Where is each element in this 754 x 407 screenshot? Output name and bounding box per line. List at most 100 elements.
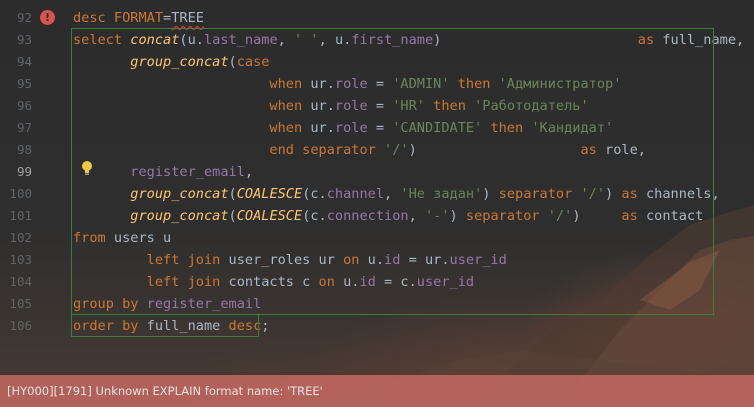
code-token: id xyxy=(359,274,376,290)
code-token: 'Работодатель' xyxy=(474,98,589,114)
code-token: ur. xyxy=(310,120,335,136)
code-token: ) xyxy=(572,208,622,224)
line-number: 99 xyxy=(16,164,32,179)
code-line[interactable]: left join contacts c on u.id = c.user_id xyxy=(73,271,474,293)
gutter-line[interactable]: 94 xyxy=(0,51,66,73)
code-token: left join xyxy=(146,274,229,290)
code-token: '/' xyxy=(384,142,409,158)
code-token: group by xyxy=(73,296,147,312)
gutter-line[interactable]: 106 xyxy=(0,315,66,337)
gutter-line[interactable]: 97 xyxy=(0,117,66,139)
code-token: then xyxy=(457,76,499,92)
code-token: 'ADMIN' xyxy=(392,76,450,92)
line-number: 96 xyxy=(16,98,32,113)
code-line[interactable]: left join user_roles ur on u.id = ur.use… xyxy=(73,249,507,271)
code-token: = xyxy=(367,98,393,114)
code-token: , xyxy=(277,32,295,48)
code-token: order by xyxy=(73,318,147,334)
code-token: channels, xyxy=(645,186,720,202)
code-token: (u. xyxy=(179,32,204,48)
code-token: then xyxy=(433,98,475,114)
code-line[interactable]: end separator '/') as role, xyxy=(73,139,646,161)
line-number: 97 xyxy=(16,120,32,135)
gutter-line[interactable]: 96 xyxy=(0,95,66,117)
code-token: ur. xyxy=(310,98,335,114)
error-token: TREE xyxy=(171,10,204,26)
code-line[interactable]: desc FORMAT=TREE xyxy=(73,7,204,29)
code-token: left join xyxy=(146,252,229,268)
code-line[interactable]: when ur.role = 'CANDIDATE' then 'Кандида… xyxy=(73,117,613,139)
code-token: case xyxy=(236,54,270,70)
code-token: (c. xyxy=(302,208,327,224)
code-line[interactable]: when ur.role = 'ADMIN' then 'Администрат… xyxy=(73,73,621,95)
code-token: end xyxy=(269,142,303,158)
gutter-line[interactable]: 104 xyxy=(0,271,66,293)
code-token: ur. xyxy=(310,76,335,92)
code-token: = ur. xyxy=(400,252,450,268)
code-token: 'HR' xyxy=(392,98,425,114)
code-line[interactable]: group by register_email xyxy=(73,293,261,315)
code-token: concat xyxy=(130,32,180,48)
code-token: ) xyxy=(449,208,466,224)
code-token: on xyxy=(318,274,344,290)
gutter-line[interactable]: 101 xyxy=(0,205,66,227)
code-token: from xyxy=(73,230,114,246)
line-number: 104 xyxy=(9,274,32,289)
gutter-line[interactable]: 105 xyxy=(0,293,66,315)
code-token: '/' xyxy=(580,186,606,202)
code-token: FORMAT xyxy=(113,10,164,26)
code-token: 'Не задан' xyxy=(400,186,483,202)
code-line[interactable]: when ur.role = 'HR' then 'Работодатель' xyxy=(73,95,589,117)
gutter-line[interactable]: 98 xyxy=(0,139,66,161)
code-token: COALESCE xyxy=(236,208,303,224)
code-token: full_name xyxy=(146,318,229,334)
code-token: 'Администратор' xyxy=(498,76,622,92)
code-token: ( xyxy=(228,208,237,224)
code-token: group_concat xyxy=(130,208,229,224)
code-token: select xyxy=(73,32,131,48)
gutter-line[interactable]: 102 xyxy=(0,227,66,249)
code-token: when xyxy=(269,120,311,136)
gutter-line[interactable]: 93 xyxy=(0,29,66,51)
code-token: '/' xyxy=(547,208,573,224)
code-token: 'Кандидат' xyxy=(531,120,614,136)
code-token: desc xyxy=(73,10,114,26)
code-line[interactable]: group_concat(COALESCE(c.connection, '-')… xyxy=(73,205,703,227)
gutter-line[interactable]: 100 xyxy=(0,183,66,205)
gutter-line[interactable]: 103 xyxy=(0,249,66,271)
sql-editor[interactable]: ! 92 93 94 95 96 97 98 99 100 101 102 103 104 105 106 … xyxy=(0,0,754,407)
code-line[interactable]: from users u xyxy=(73,227,171,249)
code-token: ) xyxy=(482,186,499,202)
code-token: group_concat xyxy=(130,186,229,202)
code-line[interactable]: group_concat(case xyxy=(73,51,269,73)
code-token: role, xyxy=(605,142,646,158)
code-token: first_name xyxy=(351,32,434,48)
code-token: = xyxy=(367,120,393,136)
code-token: ) xyxy=(605,186,622,202)
gutter-line[interactable]: 95 xyxy=(0,73,66,95)
code-token: role xyxy=(334,98,368,114)
code-token: user_roles ur xyxy=(228,252,344,268)
code-line[interactable]: group_concat(COALESCE(c.channel, 'Не зад… xyxy=(73,183,720,205)
code-token: then xyxy=(490,120,532,136)
code-token: contacts c xyxy=(228,274,319,290)
code-line[interactable]: select concat(u.last_name, ' ', u.first_… xyxy=(73,29,744,51)
code-token: group_concat xyxy=(130,54,229,70)
code-token: contact xyxy=(645,208,704,224)
code-token: register_email xyxy=(146,296,262,312)
line-number: 94 xyxy=(16,54,32,69)
code-line[interactable]: order by full_name desc; xyxy=(73,315,269,337)
code-line[interactable]: register_email, xyxy=(73,161,253,183)
line-number: 103 xyxy=(9,252,32,267)
code-token: desc xyxy=(228,318,262,334)
gutter-line[interactable]: 92 xyxy=(0,7,66,29)
gutter-line[interactable]: 99 xyxy=(0,161,66,183)
code-token: ; xyxy=(261,318,270,334)
